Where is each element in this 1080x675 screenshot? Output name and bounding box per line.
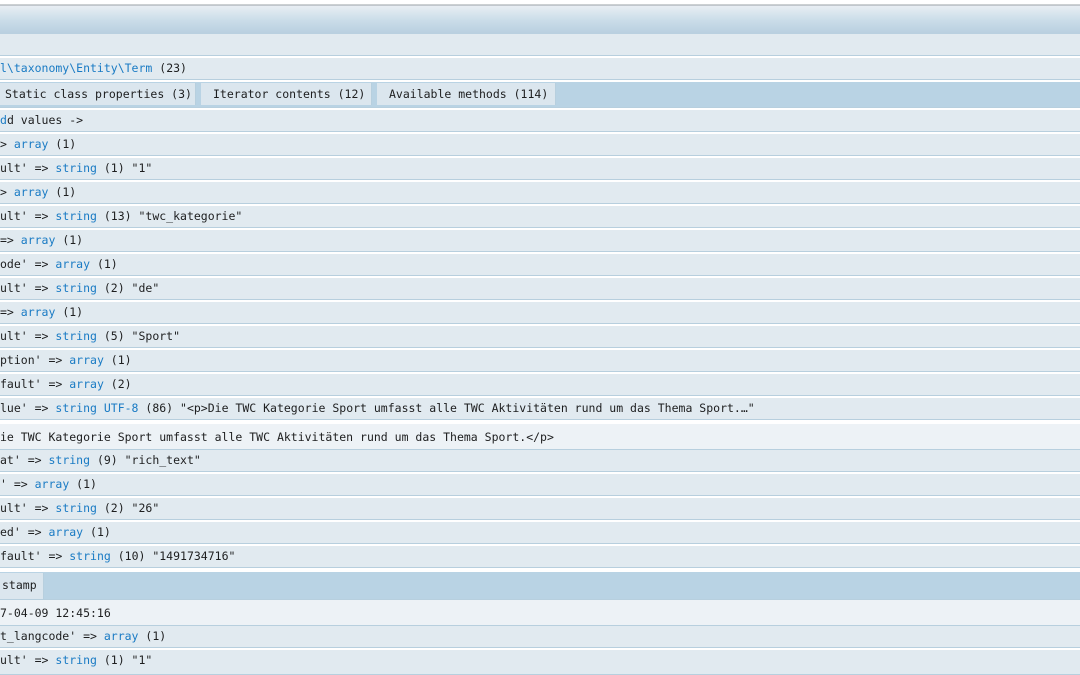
row-key: ode' => bbox=[0, 257, 56, 271]
row-key: ult' => bbox=[0, 209, 56, 223]
row-key: ' => bbox=[0, 477, 35, 491]
dump-row[interactable]: fault' => string (10) "1491734716" bbox=[0, 546, 1080, 568]
dump-row[interactable]: ult' => string (13) "twc_kategorie" bbox=[0, 206, 1080, 228]
row-key: ed' => bbox=[0, 525, 49, 539]
row-type: array bbox=[55, 257, 91, 271]
row-key: > bbox=[0, 137, 14, 151]
dump-row[interactable]: fault' => array (2) bbox=[0, 374, 1080, 396]
row-type: array bbox=[13, 137, 49, 151]
row-detail: (1) bbox=[103, 353, 132, 367]
string-preview-text: ie TWC Kategorie Sport umfasst alle TWC … bbox=[0, 430, 554, 444]
row-detail: (1) bbox=[48, 137, 77, 151]
dump-row[interactable]: t_langcode' => array (1) bbox=[0, 626, 1080, 648]
row-key: ult' => bbox=[0, 501, 56, 515]
class-name[interactable]: l\taxonomy\Entity\Term bbox=[0, 61, 152, 75]
timestamp-tab-bar: stamp bbox=[0, 572, 1080, 600]
row-detail: (86) "<p>Die TWC Kategorie Sport umfasst… bbox=[138, 401, 755, 415]
row-type: array bbox=[20, 305, 56, 319]
row-detail: (13) "twc_kategorie" bbox=[96, 209, 243, 223]
row-detail: (5) "Sport" bbox=[96, 329, 181, 343]
dump-row[interactable]: ult' => string (1) "1" bbox=[0, 158, 1080, 180]
row-detail: (1) bbox=[55, 305, 84, 319]
dump-row[interactable]: => array (1) bbox=[0, 230, 1080, 252]
row-type: array bbox=[48, 525, 84, 539]
dump-row[interactable]: ult' => string (1) "1" bbox=[0, 650, 1080, 675]
class-count: (23) bbox=[159, 61, 187, 75]
row-detail: (2) "de" bbox=[96, 281, 160, 295]
row-detail: (9) "rich_text" bbox=[90, 453, 201, 467]
dump-row[interactable]: ' => array (1) bbox=[0, 474, 1080, 496]
row-type: array bbox=[34, 477, 70, 491]
tab-label: Static class properties (3) bbox=[5, 87, 192, 101]
dump-row[interactable]: ult' => string (2) "26" bbox=[0, 498, 1080, 520]
dump-row[interactable]: ode' => array (1) bbox=[0, 254, 1080, 276]
row-key: t_langcode' => bbox=[0, 629, 104, 643]
row-key: fault' => bbox=[0, 549, 70, 563]
dump-row[interactable]: ed' => array (1) bbox=[0, 522, 1080, 544]
tab-label: Available methods (114) bbox=[389, 87, 549, 101]
row-detail: (1) bbox=[83, 525, 111, 539]
timestamp-value-row: 7-04-09 12:45:16 bbox=[0, 600, 1080, 626]
dump-row[interactable]: lue' => string UTF-8 (86) "<p>Die TWC Ka… bbox=[0, 398, 1080, 420]
dump-row[interactable]: ption' => array (1) bbox=[0, 350, 1080, 372]
dump-row[interactable]: at' => string (9) "rich_text" bbox=[0, 450, 1080, 472]
row-type: array bbox=[69, 353, 104, 367]
row-type: string bbox=[55, 653, 97, 667]
row-key: => bbox=[0, 305, 21, 319]
row-type: array bbox=[13, 185, 49, 199]
dump-row[interactable]: > array (1) bbox=[0, 134, 1080, 156]
dump-row[interactable]: dd values -> bbox=[0, 110, 1080, 132]
row-type: string UTF-8 bbox=[55, 401, 139, 415]
row-key: at' => bbox=[0, 453, 49, 467]
row-type: string bbox=[55, 161, 97, 175]
row-detail: (1) bbox=[138, 629, 167, 643]
row-key: => bbox=[0, 233, 21, 247]
row-key: ult' => bbox=[0, 161, 56, 175]
row-type: string bbox=[48, 453, 91, 467]
row-type: array bbox=[69, 377, 104, 391]
row-type: string bbox=[55, 329, 97, 343]
tab-static-class-properties[interactable]: Static class properties (3) bbox=[0, 83, 196, 105]
row-detail: (10) "1491734716" bbox=[110, 549, 236, 563]
row-key: lue' => bbox=[0, 401, 56, 415]
tab-timestamp[interactable]: stamp bbox=[0, 573, 44, 599]
tab-bar: Static class properties (3) Iterator con… bbox=[0, 82, 1080, 108]
row-type: string bbox=[55, 501, 97, 515]
access-modifier: d bbox=[0, 113, 7, 127]
row-key: fault' => bbox=[0, 377, 70, 391]
row-key: ult' => bbox=[0, 281, 56, 295]
tab-iterator-contents[interactable]: Iterator contents (12) bbox=[201, 83, 372, 105]
kint-dump-viewer: l\taxonomy\Entity\Term (23) Static class… bbox=[0, 0, 1080, 675]
dump-row[interactable]: ult' => string (5) "Sport" bbox=[0, 326, 1080, 348]
row-detail: (1) bbox=[90, 257, 118, 271]
row-type: string bbox=[55, 281, 97, 295]
row-type: string bbox=[55, 209, 97, 223]
row-key: ult' => bbox=[0, 653, 56, 667]
tab-label: stamp bbox=[2, 578, 37, 592]
timestamp-value: 7-04-09 12:45:16 bbox=[0, 606, 111, 620]
row-type: array bbox=[20, 233, 56, 247]
dump-row[interactable]: => array (1) bbox=[0, 302, 1080, 324]
row-detail: (1) bbox=[48, 185, 77, 199]
row-type: string bbox=[69, 549, 111, 563]
string-preview-row: ie TWC Kategorie Sport umfasst alle TWC … bbox=[0, 424, 1080, 450]
row-key: > bbox=[0, 185, 14, 199]
dump-blank-row bbox=[0, 34, 1080, 56]
dump-row[interactable]: > array (1) bbox=[0, 182, 1080, 204]
row-type: array bbox=[103, 629, 139, 643]
row-detail: (1) "1" bbox=[96, 653, 153, 667]
dump-row[interactable]: ult' => string (2) "de" bbox=[0, 278, 1080, 300]
row-detail: (2) bbox=[103, 377, 132, 391]
row-detail: (1) bbox=[55, 233, 84, 247]
row-key: ult' => bbox=[0, 329, 56, 343]
class-header-row[interactable]: l\taxonomy\Entity\Term (23) bbox=[0, 58, 1080, 80]
row-detail: (1) bbox=[69, 477, 97, 491]
row-key: ption' => bbox=[0, 353, 70, 367]
tab-label: Iterator contents (12) bbox=[213, 87, 366, 101]
tab-available-methods[interactable]: Available methods (114) bbox=[377, 83, 556, 105]
row-detail: (2) "26" bbox=[96, 501, 160, 515]
dump-title-bar[interactable] bbox=[0, 0, 1080, 35]
row-key: d values -> bbox=[6, 113, 84, 127]
row-detail: (1) "1" bbox=[96, 161, 153, 175]
